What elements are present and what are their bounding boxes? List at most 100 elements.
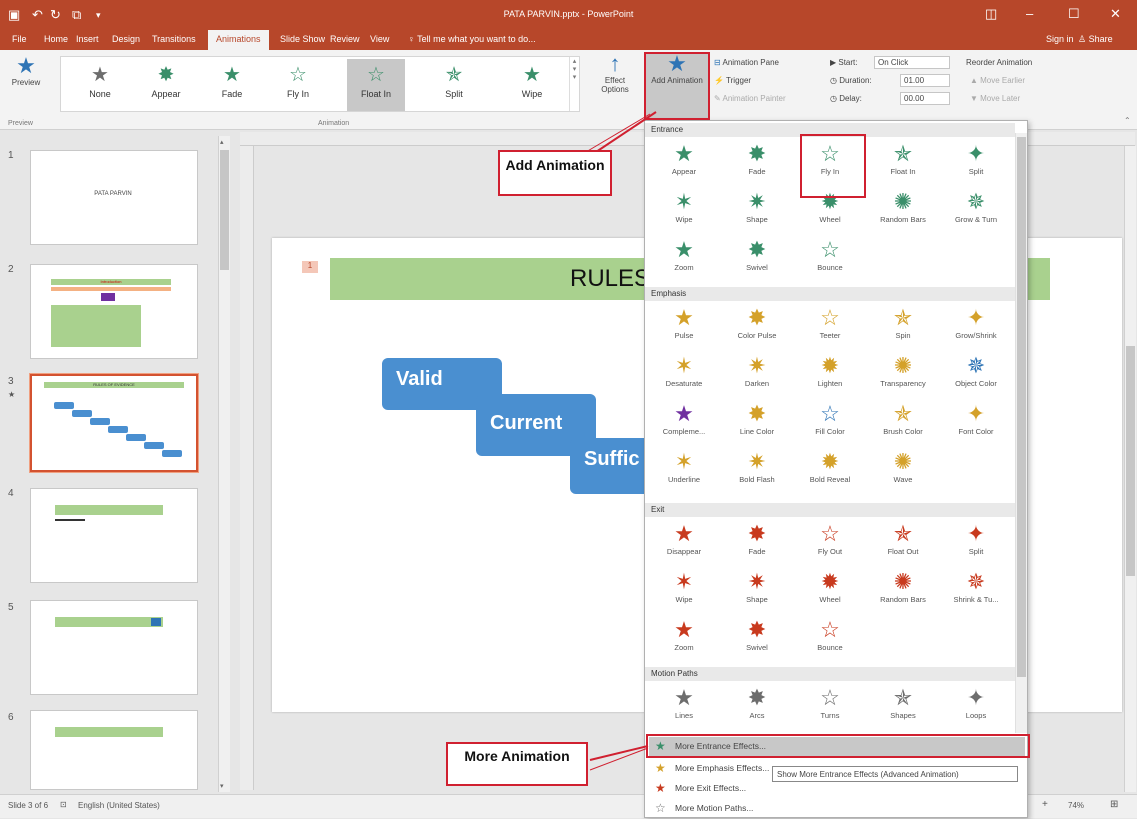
effect-desaturate[interactable]: ✶ Desaturate <box>651 353 717 388</box>
effect-grow-shrink[interactable]: ✦ Grow/Shrink <box>943 305 1009 340</box>
effect-grow-turn[interactable]: ✵ Grow & Turn <box>943 189 1009 224</box>
gallery-appear[interactable]: ✸ Appear <box>137 59 195 111</box>
collapse-ribbon-icon[interactable]: ⌃ <box>1124 116 1131 125</box>
effect-loops[interactable]: ✦ Loops <box>943 685 1009 720</box>
preview-button[interactable]: ★ Preview <box>6 54 46 88</box>
effect-wipe[interactable]: ✶ Wipe <box>651 189 717 224</box>
close-icon[interactable]: ✕ <box>1110 6 1121 22</box>
effect-random-bars[interactable]: ✺ Random Bars <box>870 569 936 604</box>
effect-darken[interactable]: ✷ Darken <box>724 353 790 388</box>
effect-turns[interactable]: ☆ Turns <box>797 685 863 720</box>
effect-teeter[interactable]: ☆ Teeter <box>797 305 863 340</box>
thumbnail-scrollbar[interactable]: ▴ ▾ <box>218 136 230 792</box>
move-later-button[interactable]: ▼ Move Later <box>970 94 1020 103</box>
main-scrollbar[interactable] <box>1124 146 1136 792</box>
start-select[interactable]: On Click <box>874 56 950 69</box>
effect-fade[interactable]: ✸ Fade <box>724 141 790 176</box>
scroll-up-icon[interactable]: ▴ <box>220 138 224 146</box>
tab-animations[interactable]: Animations <box>208 30 269 50</box>
gallery-float-in[interactable]: ☆ Float In <box>347 59 405 111</box>
effect-compleme[interactable]: ★ Compleme... <box>651 401 717 436</box>
sign-in-link[interactable]: Sign in <box>1046 34 1074 44</box>
zoom-level[interactable]: 74% <box>1068 801 1084 810</box>
more-exit-effects[interactable]: ★ More Exit Effects... <box>649 779 1025 799</box>
effect-pulse[interactable]: ★ Pulse <box>651 305 717 340</box>
effect-fill-color[interactable]: ☆ Fill Color <box>797 401 863 436</box>
slide-thumbnail-2[interactable]: Introduction <box>30 264 198 359</box>
gallery-scroll[interactable]: ▴ ▾ ▾ <box>569 57 579 111</box>
effect-brush-color[interactable]: ✯ Brush Color <box>870 401 936 436</box>
effect-shape[interactable]: ✷ Shape <box>724 569 790 604</box>
move-earlier-button[interactable]: ▲ Move Earlier <box>970 76 1025 85</box>
effect-wave[interactable]: ✺ Wave <box>870 449 936 484</box>
effect-wipe[interactable]: ✶ Wipe <box>651 569 717 604</box>
minimize-icon[interactable]: – <box>1026 6 1033 21</box>
gallery-split[interactable]: ✯ Split <box>425 59 483 111</box>
effect-appear[interactable]: ★ Appear <box>651 141 717 176</box>
effect-line-color[interactable]: ✸ Line Color <box>724 401 790 436</box>
effect-fade[interactable]: ✸ Fade <box>724 521 790 556</box>
effect-bold-reveal[interactable]: ✹ Bold Reveal <box>797 449 863 484</box>
slide-thumbnail-4[interactable] <box>30 488 198 583</box>
slide-thumbnail-3[interactable]: RULES OF EVIDENCE <box>29 373 199 473</box>
effect-lines[interactable]: ★ Lines <box>651 685 717 720</box>
tab-review[interactable]: Review <box>330 34 360 44</box>
effect-float-in[interactable]: ✯ Float In <box>870 141 936 176</box>
more-motion-paths[interactable]: ☆ More Motion Paths... <box>649 799 1025 819</box>
tell-me-box[interactable]: ♀ Tell me what you want to do... <box>408 34 536 44</box>
effect-shapes[interactable]: ✯ Shapes <box>870 685 936 720</box>
fit-slide-icon[interactable]: ⊞ <box>1110 799 1118 810</box>
scroll-down-icon[interactable]: ▾ <box>220 782 224 790</box>
ribbon-display-options-icon[interactable]: ◫ <box>985 6 997 22</box>
maximize-icon[interactable]: ☐ <box>1068 6 1080 22</box>
gallery-wipe[interactable]: ★ Wipe <box>503 59 561 111</box>
effect-spin[interactable]: ✯ Spin <box>870 305 936 340</box>
language[interactable]: English (United States) <box>78 801 160 810</box>
gallery-none[interactable]: ★ None <box>71 59 129 111</box>
trigger-button[interactable]: ⚡ Trigger <box>714 76 751 85</box>
animation-painter-button[interactable]: ✎ Animation Painter <box>714 94 786 103</box>
scroll-thumb[interactable] <box>1126 346 1135 576</box>
effect-underline[interactable]: ✶ Underline <box>651 449 717 484</box>
zoom-in-icon[interactable]: + <box>1042 799 1048 810</box>
tab-design[interactable]: Design <box>112 34 140 44</box>
effect-color-pulse[interactable]: ✸ Color Pulse <box>724 305 790 340</box>
effect-object-color[interactable]: ✵ Object Color <box>943 353 1009 388</box>
effect-shrink-tu[interactable]: ✵ Shrink & Tu... <box>943 569 1009 604</box>
effect-split[interactable]: ✦ Split <box>943 521 1009 556</box>
animation-pane-button[interactable]: ⊟ Animation Pane <box>714 58 779 67</box>
dropdown-scrollbar[interactable] <box>1015 133 1027 733</box>
effect-font-color[interactable]: ✦ Font Color <box>943 401 1009 436</box>
effect-zoom[interactable]: ★ Zoom <box>651 237 717 272</box>
effect-swivel[interactable]: ✸ Swivel <box>724 617 790 652</box>
effect-bounce[interactable]: ☆ Bounce <box>797 617 863 652</box>
effect-swivel[interactable]: ✸ Swivel <box>724 237 790 272</box>
effect-disappear[interactable]: ★ Disappear <box>651 521 717 556</box>
tab-home[interactable]: Home <box>44 34 68 44</box>
effect-bold-flash[interactable]: ✷ Bold Flash <box>724 449 790 484</box>
effect-zoom[interactable]: ★ Zoom <box>651 617 717 652</box>
duration-field[interactable]: 01.00 <box>900 74 950 87</box>
effect-float-out[interactable]: ✯ Float Out <box>870 521 936 556</box>
effect-bounce[interactable]: ☆ Bounce <box>797 237 863 272</box>
tab-transitions[interactable]: Transitions <box>152 34 196 44</box>
effect-lighten[interactable]: ✹ Lighten <box>797 353 863 388</box>
tab-view[interactable]: View <box>370 34 389 44</box>
effect-shape[interactable]: ✷ Shape <box>724 189 790 224</box>
effect-random-bars[interactable]: ✺ Random Bars <box>870 189 936 224</box>
gallery-fly-in[interactable]: ☆ Fly In <box>269 59 327 111</box>
tab-file[interactable]: File <box>12 34 27 44</box>
effect-options-button[interactable]: ↑ Effect Options <box>594 52 636 95</box>
spellcheck-icon[interactable]: ⊡ <box>60 800 67 809</box>
effect-wheel[interactable]: ✹ Wheel <box>797 569 863 604</box>
share-button[interactable]: ♙ Share <box>1078 34 1113 45</box>
effect-split[interactable]: ✦ Split <box>943 141 1009 176</box>
delay-field[interactable]: 00.00 <box>900 92 950 105</box>
effect-fly-out[interactable]: ☆ Fly Out <box>797 521 863 556</box>
tab-insert[interactable]: Insert <box>76 34 99 44</box>
slide-thumbnail-6[interactable] <box>30 710 198 790</box>
gallery-fade[interactable]: ★ Fade <box>203 59 261 111</box>
effect-transparency[interactable]: ✺ Transparency <box>870 353 936 388</box>
slide-thumbnail-1[interactable]: PATA PARVIN <box>30 150 198 245</box>
effect-arcs[interactable]: ✸ Arcs <box>724 685 790 720</box>
